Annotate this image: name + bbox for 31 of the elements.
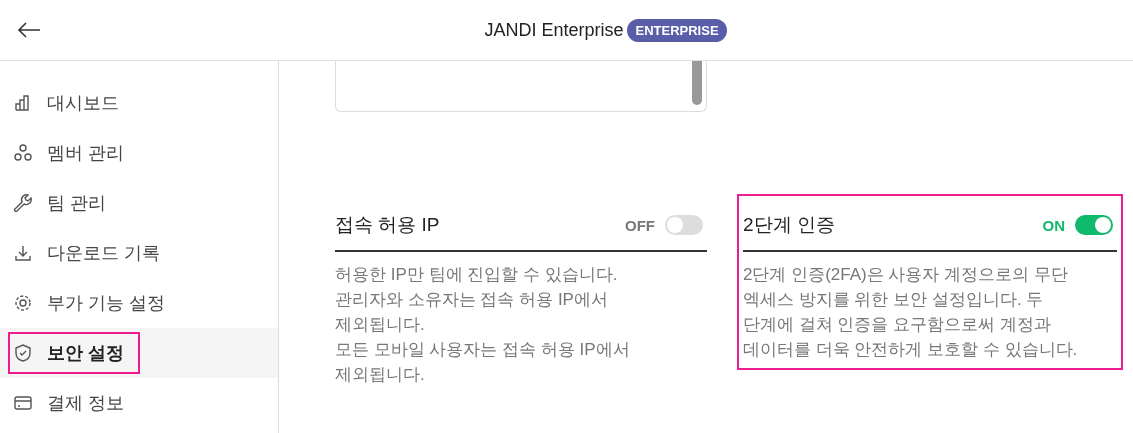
- sidebar-item[interactable]: 결제 정보: [0, 378, 278, 428]
- toggle-state-label: ON: [1042, 216, 1065, 234]
- shield-icon: [12, 342, 34, 364]
- settings-icon: [12, 292, 34, 314]
- description-text: 엑세스 방지를 위한 보안 설정입니다. 두: [743, 289, 1044, 311]
- sidebar-item[interactable]: 대시보드: [0, 78, 278, 128]
- description-text: 허용한 IP만 팀에 진입할 수 있습니다.: [335, 264, 618, 286]
- setting-title: 접속 허용 IP: [335, 213, 441, 237]
- sidebar-item[interactable]: 멤버 관리: [0, 128, 278, 178]
- description-text: 데이터를 더욱 안전하게 보호할 수 있습니다.: [743, 339, 1078, 361]
- description-text: 제외됩니다.: [335, 314, 425, 336]
- toggle-switch[interactable]: [1075, 215, 1113, 235]
- plan-badge: ENTERPRISE: [627, 18, 727, 42]
- sidebar-item[interactable]: 보안 설정: [0, 328, 278, 378]
- toggle-state-label: OFF: [625, 216, 655, 234]
- setting-title: 2단계 인증: [743, 213, 836, 237]
- scrollbar[interactable]: [692, 61, 702, 105]
- people-icon: [12, 142, 34, 164]
- description-text: 제외됩니다.: [335, 364, 425, 386]
- description-text: 관리자와 소유자는 접속 허용 IP에서: [335, 289, 608, 311]
- wrench-icon: [12, 192, 34, 214]
- sidebar-item[interactable]: 부가 기능 설정: [0, 278, 278, 328]
- sidebar-item[interactable]: 다운로드 기록: [0, 228, 278, 278]
- description-text: 2단계 인증(2FA)은 사용자 계정으로의 무단: [743, 264, 1068, 286]
- sidebar-item[interactable]: 팀 관리: [0, 178, 278, 228]
- description-text: 단계에 걸쳐 인증을 요구함으로써 계정과: [743, 314, 1051, 336]
- description-text: 모든 모바일 사용자는 접속 허용 IP에서: [335, 339, 630, 361]
- back-arrow-icon[interactable]: [17, 22, 41, 38]
- text-area[interactable]: [335, 61, 707, 112]
- toggle-switch[interactable]: [665, 215, 703, 235]
- header-title: JANDI Enterprise: [484, 19, 624, 41]
